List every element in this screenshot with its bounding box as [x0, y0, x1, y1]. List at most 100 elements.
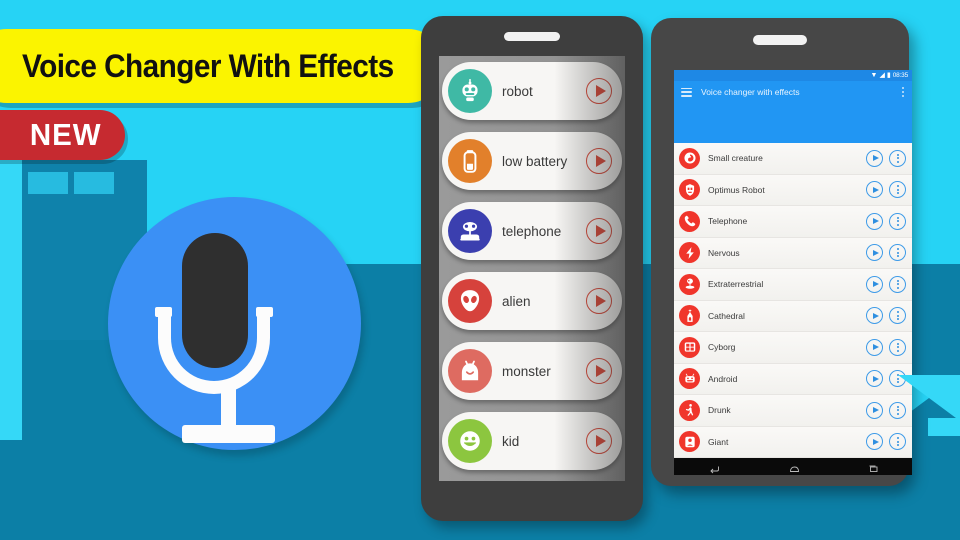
list-item[interactable]: kid — [442, 412, 622, 470]
more-options-button[interactable] — [889, 307, 906, 325]
device-right-screen: ▼ ◢ ▮ 08:35 Voice changer with effects S… — [674, 70, 912, 475]
table-row[interactable]: Cathedral — [674, 300, 912, 332]
microphone-arc — [158, 312, 270, 394]
play-button[interactable] — [866, 275, 883, 293]
page-title-text: Voice Changer With Effects — [21, 47, 394, 84]
extraterrestrial-icon — [679, 273, 700, 295]
device-right: ▼ ◢ ▮ 08:35 Voice changer with effects S… — [651, 18, 912, 486]
table-cell-label: Giant — [708, 436, 729, 447]
microphone-stem — [221, 387, 236, 429]
alien-icon — [448, 279, 492, 323]
table-row[interactable]: Small creature — [674, 143, 912, 175]
play-button[interactable] — [866, 244, 883, 262]
table-row[interactable]: Cyborg — [674, 332, 912, 364]
app-bar-filler — [674, 103, 912, 143]
play-button[interactable] — [866, 370, 883, 388]
battery-icon — [448, 139, 492, 183]
list-item[interactable]: low battery — [442, 132, 622, 190]
table-row[interactable]: Giant — [674, 426, 912, 458]
list-item[interactable]: alien — [442, 272, 622, 330]
table-cell-label: Android — [708, 373, 738, 384]
microphone-base — [182, 425, 275, 443]
more-options-button[interactable] — [889, 149, 906, 167]
app-bar-title: Voice changer with effects — [701, 87, 800, 97]
table-cell-label: Cathedral — [708, 310, 745, 321]
play-button[interactable] — [866, 212, 883, 230]
more-options-button[interactable] — [889, 338, 906, 356]
table-row[interactable]: Telephone — [674, 206, 912, 238]
table-row[interactable]: Drunk — [674, 395, 912, 427]
monster-icon — [448, 349, 492, 393]
page-title: Voice Changer With Effects — [0, 29, 445, 103]
cyborg-icon — [679, 336, 700, 358]
microphone-nub — [155, 307, 172, 317]
play-button[interactable] — [866, 401, 883, 419]
list-item[interactable]: monster — [442, 342, 622, 400]
table-cell-label: Extraterrestrial — [708, 279, 764, 290]
speaker-grille — [753, 35, 807, 45]
giant-icon — [679, 431, 700, 453]
status-bar: ▼ ◢ ▮ 08:35 — [674, 70, 912, 81]
table-row[interactable]: Android — [674, 363, 912, 395]
status-badge: NEW — [0, 110, 125, 160]
table-row[interactable]: Extraterrestrial — [674, 269, 912, 301]
table-cell-label: Small creature — [708, 153, 763, 164]
promo-banner: Voice Changer With Effects NEW robot low… — [0, 0, 960, 540]
list-item-label: kid — [502, 433, 520, 449]
table-cell-label: Nervous — [708, 247, 740, 258]
table-cell-label: Drunk — [708, 405, 731, 416]
table-row[interactable]: Nervous — [674, 237, 912, 269]
table-row[interactable]: Optimus Robot — [674, 174, 912, 206]
table-cell-label: Optimus Robot — [708, 184, 765, 195]
android-icon — [679, 368, 700, 390]
device-left-screen: robot low battery telephone alien monste… — [439, 56, 625, 481]
status-bar-time: 08:35 — [892, 72, 908, 79]
play-button[interactable] — [866, 181, 883, 199]
list-item-label: alien — [502, 293, 531, 309]
play-button[interactable] — [586, 78, 612, 104]
play-button[interactable] — [866, 433, 883, 451]
more-options-button[interactable] — [889, 181, 906, 199]
list-item-label: telephone — [502, 223, 562, 239]
background-window — [28, 172, 68, 194]
play-button[interactable] — [586, 358, 612, 384]
more-options-button[interactable] — [889, 244, 906, 262]
table-cell-label: Telephone — [708, 216, 748, 227]
app-logo — [108, 197, 361, 450]
home-icon — [789, 466, 799, 472]
robot-icon — [448, 69, 492, 113]
android-navigation-bar — [674, 458, 912, 475]
table-cell-label: Cyborg — [708, 342, 736, 353]
small-creature-icon — [679, 147, 700, 169]
drunk-icon — [679, 399, 700, 421]
background-left-strip — [0, 150, 22, 440]
wifi-icon: ▼ — [870, 72, 878, 79]
background-corner-triangle — [898, 375, 960, 421]
kebab-menu-icon[interactable] — [902, 86, 905, 98]
play-button[interactable] — [866, 307, 883, 325]
effects-list: Small creature Optimus Robot Telephone N… — [674, 143, 912, 458]
list-item[interactable]: robot — [442, 62, 622, 120]
more-options-button[interactable] — [889, 275, 906, 293]
more-options-button[interactable] — [889, 212, 906, 230]
nervous-bolt-icon — [679, 242, 700, 264]
recents-icon — [869, 465, 877, 472]
play-button[interactable] — [866, 149, 883, 167]
kid-icon — [448, 419, 492, 463]
telephone-icon — [448, 209, 492, 253]
optimus-robot-icon — [679, 179, 700, 201]
list-item-label: monster — [502, 363, 551, 379]
more-options-button[interactable] — [889, 433, 906, 451]
list-item[interactable]: telephone — [442, 202, 622, 260]
telephone-icon — [679, 210, 700, 232]
play-button[interactable] — [586, 428, 612, 454]
play-button[interactable] — [586, 148, 612, 174]
play-button[interactable] — [586, 218, 612, 244]
back-icon — [709, 466, 719, 473]
play-button[interactable] — [866, 338, 883, 356]
play-button[interactable] — [586, 288, 612, 314]
device-left: robot low battery telephone alien monste… — [421, 16, 643, 521]
background-window — [74, 172, 114, 194]
hamburger-menu-icon[interactable] — [681, 87, 692, 97]
signal-icon: ◢ — [879, 72, 885, 79]
